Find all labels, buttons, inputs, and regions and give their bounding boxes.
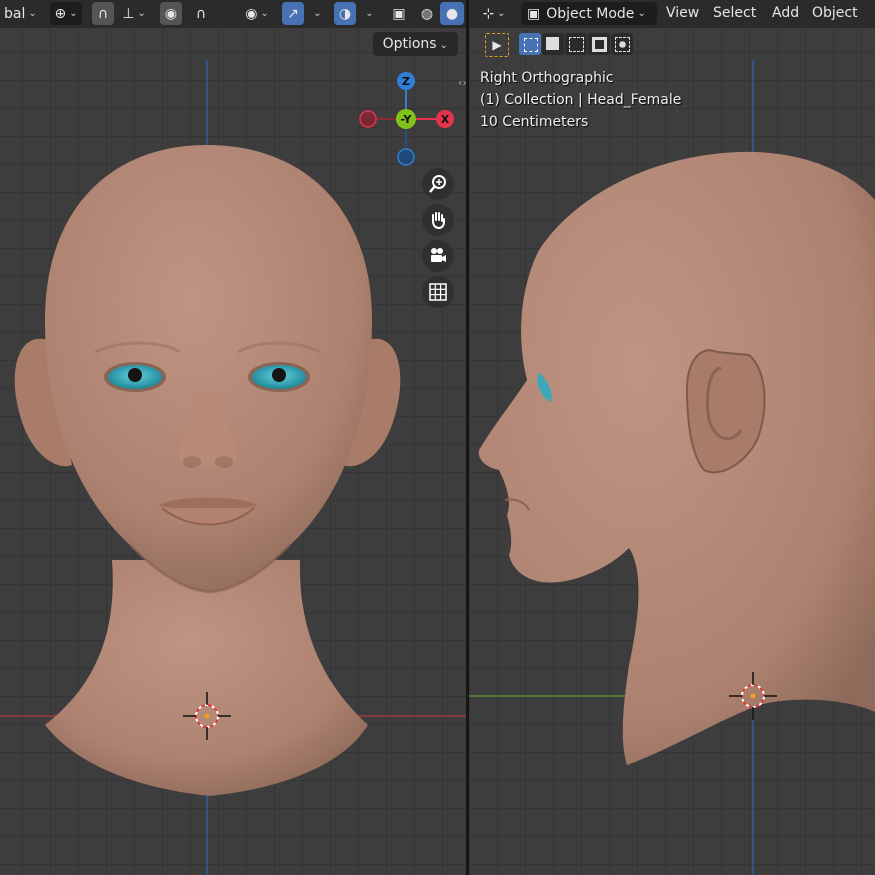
chevron-down-icon: ⌄ [313, 8, 322, 19]
object-mode-icon: ▣ [527, 5, 541, 22]
wireframe-shading-button[interactable]: ◍ [416, 2, 438, 25]
falloff-dropdown[interactable]: ∩ [186, 2, 216, 25]
head-profile [478, 151, 875, 765]
snap-link-button[interactable]: ⊕ ⌄ [50, 2, 82, 25]
select-tool-button[interactable]: ▶ [485, 33, 509, 57]
menu-view[interactable]: View [666, 0, 699, 26]
split-arrows-icon: ‹› [458, 76, 467, 89]
gizmo-toggle-button[interactable]: ↗ [282, 2, 304, 25]
pan-button[interactable] [422, 204, 454, 236]
mode-dropdown[interactable]: ▣ Object Mode ⌄ [521, 2, 657, 25]
select-new-button[interactable] [519, 33, 541, 55]
overlays-dropdown[interactable]: ⌄ [358, 2, 378, 25]
editor-type-dropdown[interactable]: ⊹ ⌄ [475, 2, 513, 25]
gizmo-icon: ↗ [287, 5, 299, 22]
solid-sphere-icon: ● [445, 5, 459, 22]
snap-toggle-button[interactable]: ∩ [92, 2, 114, 25]
left-header-bar: bal ⌄ ⊕ ⌄ ∩ ⊥ ⌄ ◉ ∩ ◉ ⌄ ↗ ⌄ ◑ ⌄ ▣ ◍ ● [0, 0, 466, 28]
gizmo-neg-x-axis[interactable] [359, 110, 377, 128]
grid-icon [429, 283, 447, 301]
options-dropdown[interactable]: Options ⌄ [372, 32, 458, 56]
proportional-edit-button[interactable]: ◉ [160, 2, 182, 25]
wireframe-sphere-icon: ◍ [420, 5, 434, 22]
pan-hand-icon [432, 212, 445, 230]
overlays-icon: ◑ [338, 5, 352, 22]
gizmo-y-label: -Y [401, 113, 413, 126]
select-extend-icon [546, 37, 559, 50]
select-intersect-button[interactable] [611, 33, 633, 55]
solid-shading-button[interactable]: ● [440, 2, 464, 25]
viewport-right[interactable]: ⊹ ⌄ ▣ Object Mode ⌄ View Select Add Object… [469, 0, 875, 875]
visibility-dropdown[interactable]: ◉ ⌄ [238, 2, 276, 25]
gizmo-x-label: X [441, 113, 450, 126]
xray-toggle-button[interactable]: ▣ [388, 2, 410, 25]
grid-scale-label: 10 Centimeters [480, 114, 589, 130]
view-name-label: Right Orthographic [480, 70, 614, 86]
select-subtract-icon [569, 37, 584, 52]
select-invert-icon [592, 37, 607, 52]
right-scene [469, 60, 875, 875]
menu-add[interactable]: Add [772, 0, 799, 26]
transform-pivot-dropdown[interactable]: bal ⌄ [0, 2, 46, 25]
select-intersect-icon [615, 37, 630, 52]
ortho-toggle-button[interactable] [422, 276, 454, 308]
3d-viewport-icon: ⊹ [482, 5, 495, 22]
proportional-edit-icon: ◉ [164, 5, 178, 22]
link-icon: ⊕ [54, 5, 67, 22]
select-invert-button[interactable] [588, 33, 610, 55]
gizmo-neg-z-axis[interactable] [397, 148, 415, 166]
snap-target-dropdown[interactable]: ⊥ ⌄ [116, 2, 152, 25]
chevron-down-icon: ⌄ [365, 8, 374, 19]
transform-pivot-label: bal [4, 5, 26, 22]
collection-label: (1) Collection | Head_Female [480, 92, 682, 108]
right-header-bar: ⊹ ⌄ ▣ Object Mode ⌄ View Select Add Object [469, 0, 875, 28]
select-new-icon [524, 38, 538, 52]
select-extend-button[interactable] [542, 33, 564, 55]
eye-icon: ◉ [245, 5, 258, 22]
options-label: Options [382, 36, 437, 52]
cursor-arrow-icon: ▶ [492, 38, 502, 52]
tool-header: ▶ [469, 28, 875, 60]
viewport-left[interactable]: bal ⌄ ⊕ ⌄ ∩ ⊥ ⌄ ◉ ∩ ◉ ⌄ ↗ ⌄ ◑ ⌄ ▣ ◍ ● Option… [0, 0, 466, 875]
camera-icon [431, 248, 446, 262]
zoom-button[interactable] [422, 168, 454, 200]
mode-label: Object Mode [546, 5, 635, 22]
gizmo-z-label: Z [402, 75, 410, 88]
overlays-toggle-button[interactable]: ◑ [334, 2, 356, 25]
magnet-icon: ∩ [97, 5, 109, 22]
neck [45, 560, 368, 796]
gizmo-dropdown[interactable]: ⌄ [306, 2, 326, 25]
zoom-icon [429, 175, 446, 193]
camera-view-button[interactable] [422, 240, 454, 272]
select-subtract-button[interactable] [565, 33, 587, 55]
navigation-gizmo[interactable]: Z X -Y [356, 70, 456, 170]
falloff-curve-icon: ∩ [195, 5, 207, 22]
snap-target-icon: ⊥ [122, 5, 135, 22]
xray-icon: ▣ [392, 5, 406, 22]
menu-select[interactable]: Select [713, 0, 756, 26]
menu-object[interactable]: Object [812, 0, 858, 26]
